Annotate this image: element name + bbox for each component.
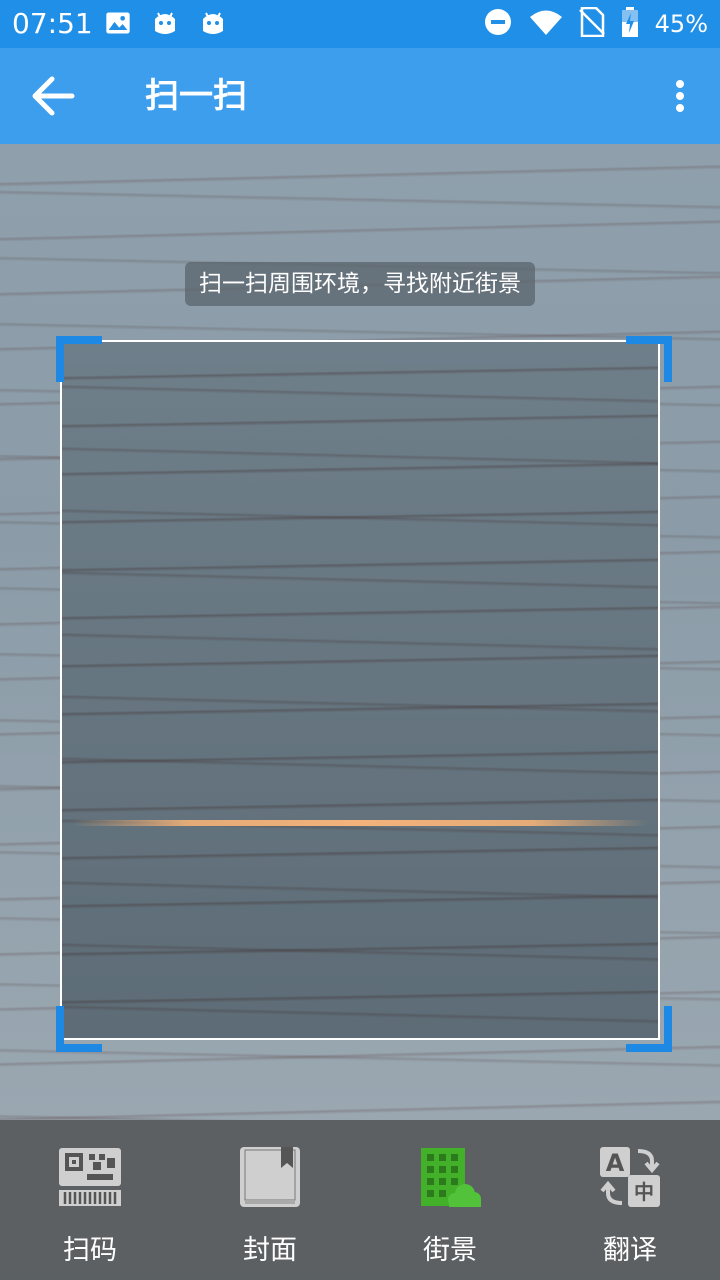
nav-item-translate[interactable]: A 中 翻译 — [540, 1120, 720, 1280]
scan-frame — [60, 340, 660, 1040]
image-icon — [104, 9, 132, 41]
scan-hint: 扫一扫周围环境，寻找附近街景 — [185, 262, 535, 306]
nav-item-cover[interactable]: 封面 — [180, 1120, 360, 1280]
app-bar: 扫一扫 — [0, 48, 720, 144]
arrow-back-icon — [32, 76, 75, 116]
nav-label: 扫码 — [63, 1235, 117, 1266]
do-not-disturb-icon — [483, 7, 513, 41]
status-system-icons: 45% — [483, 6, 708, 42]
android-icon — [150, 9, 180, 41]
scanner-screen: 07:51 45% 扫一扫 扫一扫周围环境，寻找附近街景 扫码 封面 街景 A … — [0, 0, 720, 1280]
book-cover-icon — [235, 1142, 305, 1212]
scan-line — [72, 820, 648, 826]
back-button[interactable] — [22, 66, 82, 126]
status-notification-icons — [104, 9, 228, 41]
scan-frame-corner — [56, 1006, 102, 1052]
qr-barcode-icon — [55, 1142, 125, 1212]
nav-label: 翻译 — [603, 1235, 657, 1266]
nav-item-street-view[interactable]: 街景 — [360, 1120, 540, 1280]
nav-label: 街景 — [423, 1235, 477, 1266]
status-bar: 07:51 45% — [0, 0, 720, 48]
android-icon — [198, 9, 228, 41]
scan-frame-corner — [626, 336, 672, 382]
translate-icon: A 中 — [595, 1142, 665, 1212]
no-sim-icon — [578, 6, 605, 41]
page-title: 扫一扫 — [145, 76, 247, 116]
scan-frame-corner — [626, 1006, 672, 1052]
bottom-nav: 扫码 封面 街景 A 中 翻译 — [0, 1120, 720, 1280]
battery-charging-icon — [621, 7, 639, 41]
more-vert-icon — [676, 80, 684, 112]
street-building-icon — [415, 1142, 485, 1212]
status-time: 07:51 — [12, 7, 93, 40]
nav-item-scan-code[interactable]: 扫码 — [0, 1120, 180, 1280]
svg-text:A: A — [606, 1149, 625, 1177]
battery-percentage: 45% — [654, 10, 708, 38]
nav-label: 封面 — [243, 1235, 297, 1266]
scan-frame-corner — [56, 336, 102, 382]
svg-text:中: 中 — [634, 1180, 654, 1204]
overflow-menu-button[interactable] — [660, 72, 700, 120]
wifi-icon — [529, 8, 563, 40]
